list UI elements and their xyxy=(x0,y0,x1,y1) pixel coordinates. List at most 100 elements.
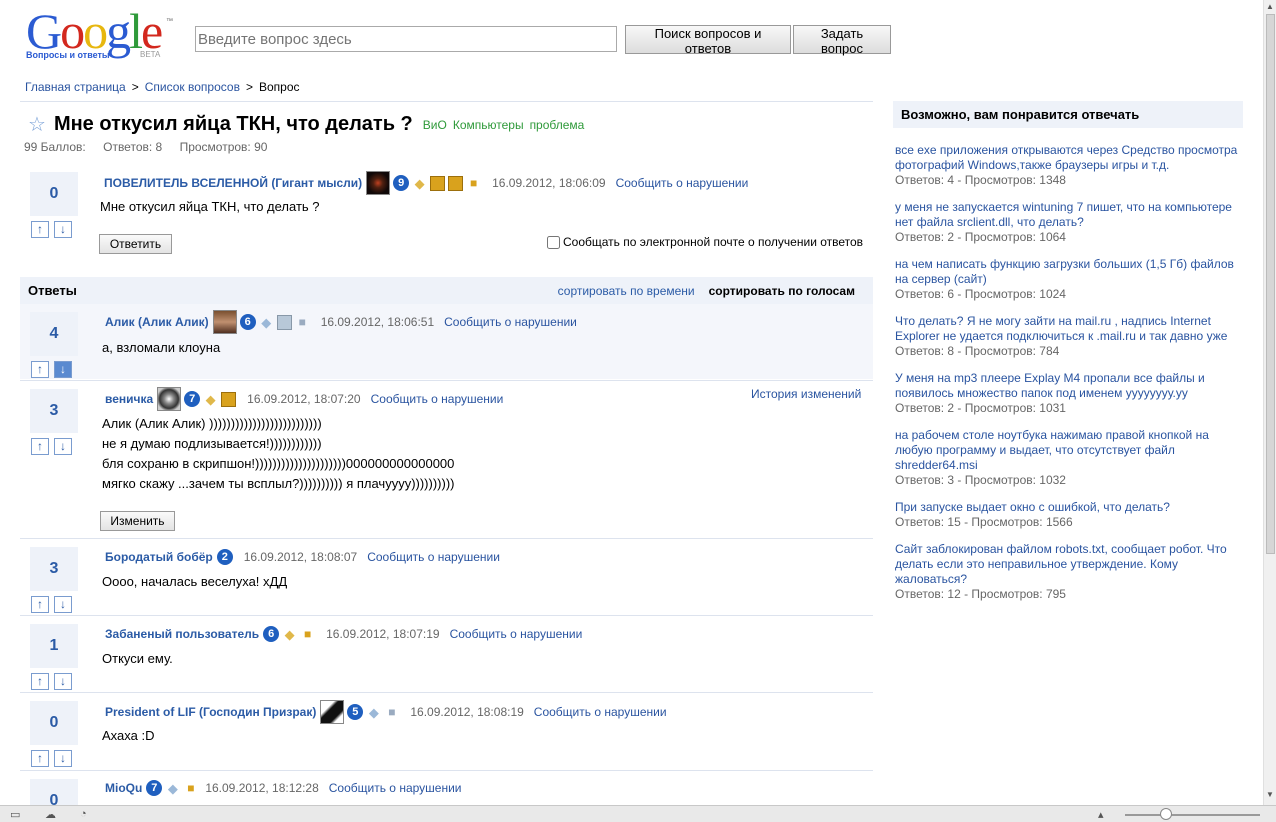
author-name[interactable]: Забаненый пользователь xyxy=(105,627,259,641)
zoom-up-icon[interactable]: ▴ xyxy=(1098,808,1104,821)
vote-down-icon[interactable]: ↓ xyxy=(54,596,72,613)
divider xyxy=(20,538,873,539)
vote-down-icon[interactable]: ↓ xyxy=(54,750,72,767)
report-link[interactable]: Сообщить о нарушении xyxy=(616,176,749,190)
question-header: ☆ Мне откусил яйца ТКН, что делать ? ВиО… xyxy=(28,112,590,137)
vote-count: 3 xyxy=(30,547,78,591)
vote-down-icon[interactable]: ↓ xyxy=(54,438,72,455)
author-name[interactable]: Бородатый бобёр xyxy=(105,550,213,564)
report-link[interactable]: Сообщить о нарушении xyxy=(367,550,500,564)
sidebar-question: на чем написать функцию загрузки больших… xyxy=(895,257,1245,302)
scroll-thumb[interactable] xyxy=(1266,14,1275,554)
vote-up-icon[interactable]: ↑ xyxy=(31,750,49,767)
question-author-line: ПОВЕЛИТЕЛЬ ВСЕЛЕННОЙ (Гигант мысли) 9 ◆ … xyxy=(104,171,748,195)
vote-up-icon[interactable]: ↑ xyxy=(31,221,49,238)
tag-link[interactable]: проблема xyxy=(530,118,585,132)
vote-count: 0 xyxy=(30,701,78,745)
question-body: Мне откусил яйца ТКН, что делать ? xyxy=(100,199,320,214)
star-icon[interactable]: ☆ xyxy=(28,112,46,137)
answer-vote-box: 0 xyxy=(30,779,78,805)
report-link[interactable]: Сообщить о нарушении xyxy=(329,781,462,795)
email-notify-option: Сообщать по электронной почте о получени… xyxy=(547,235,863,249)
vote-up-icon[interactable]: ↑ xyxy=(31,596,49,613)
answers-title: Ответы xyxy=(28,283,77,298)
search-questions-button[interactable]: Поиск вопросов и ответов xyxy=(625,25,791,56)
sidebar-question-link[interactable]: Что делать? Я не могу зайти на mail.ru ,… xyxy=(895,314,1227,343)
reply-button[interactable]: Ответить xyxy=(99,234,172,254)
answer-body: Ахаха :D xyxy=(102,728,155,743)
vote-down-icon[interactable]: ↓ xyxy=(54,673,72,690)
vote-down-icon[interactable]: ↓ xyxy=(54,361,72,378)
cloud-icon[interactable]: ☁ xyxy=(45,808,56,821)
speed-dial-icon[interactable]: ◔ xyxy=(80,808,87,820)
answer-vote-box: 4 ↑ ↓ xyxy=(30,312,78,378)
logo-subtitle: Вопросы и ответы xyxy=(26,50,110,60)
tag-link[interactable]: Компьютеры xyxy=(453,118,524,132)
sidebar-question-link[interactable]: У меня на mp3 плеере Explay M4 пропали в… xyxy=(895,371,1205,400)
post-date: 16.09.2012, 18:06:09 xyxy=(492,176,606,190)
vote-count: 1 xyxy=(30,624,78,668)
vote-up-icon[interactable]: ↑ xyxy=(31,438,49,455)
sidebar-question-link[interactable]: все exe приложения открываются через Сре… xyxy=(895,143,1237,172)
avatar[interactable] xyxy=(320,700,345,724)
breadcrumb: Главная страница > Список вопросов > Вопрос xyxy=(25,80,300,94)
avatar[interactable] xyxy=(157,387,182,411)
breadcrumb-question-list[interactable]: Список вопросов xyxy=(145,80,240,94)
author-name[interactable]: MioQu xyxy=(105,781,142,795)
post-date: 16.09.2012, 18:08:07 xyxy=(243,550,358,564)
level-badge: 9 xyxy=(393,175,410,191)
points-count: 99 Баллов: xyxy=(24,140,86,154)
answer-vote-box: 0 ↑ ↓ xyxy=(30,701,78,767)
author-name[interactable]: President of LIF (Господин Призрак) xyxy=(105,705,316,719)
sidebar-question-link[interactable]: у меня не запускается wintuning 7 пишет,… xyxy=(895,200,1232,229)
diamond-icon: ◆ xyxy=(167,780,178,796)
breadcrumb-current: Вопрос xyxy=(258,80,300,94)
answer-author-line: MioQu 7 ◆ ■ 16.09.2012, 18:12:28 Сообщит… xyxy=(105,780,462,796)
sort-by-time-link[interactable]: сортировать по времени xyxy=(558,284,695,298)
zoom-slider[interactable] xyxy=(1125,814,1260,816)
report-link[interactable]: Сообщить о нарушении xyxy=(450,627,583,641)
ask-question-button[interactable]: Задать вопрос xyxy=(793,25,891,56)
sidebar-question: При запуске выдает окно с ошибкой, что д… xyxy=(895,500,1245,530)
edit-button[interactable]: Изменить xyxy=(100,511,175,531)
sidebar-question: У меня на mp3 плеере Explay M4 пропали в… xyxy=(895,371,1245,416)
divider xyxy=(20,101,873,102)
sidebar-question-link[interactable]: Сайт заблокирован файлом robots.txt, соо… xyxy=(895,542,1227,586)
sidebar-question-link[interactable]: на чем написать функцию загрузки больших… xyxy=(895,257,1234,286)
report-link[interactable]: Сообщить о нарушении xyxy=(534,705,667,719)
report-link[interactable]: Сообщить о нарушении xyxy=(371,392,504,406)
author-name[interactable]: Алик (Алик Алик) xyxy=(105,315,209,329)
screen-icon[interactable]: ▭ xyxy=(10,808,20,821)
logo-beta: BETA xyxy=(140,50,161,59)
sidebar-question-link[interactable]: При запуске выдает окно с ошибкой, что д… xyxy=(895,500,1170,514)
sidebar-question-link[interactable]: на рабочем столе ноутбука нажимаю правой… xyxy=(895,428,1209,472)
vote-up-icon[interactable]: ↑ xyxy=(31,673,49,690)
tag-link[interactable]: ВиО xyxy=(423,118,447,132)
page-title: Мне откусил яйца ТКН, что делать ? xyxy=(53,113,413,135)
sort-by-votes-label: сортировать по голосам xyxy=(708,283,855,298)
edit-history-link[interactable]: История изменений xyxy=(751,387,861,401)
views-count: Просмотров: 90 xyxy=(179,140,268,154)
google-logo[interactable]: Google ™ Вопросы и ответы BETA xyxy=(26,3,176,64)
search-input[interactable] xyxy=(195,26,617,52)
sidebar-question: все exe приложения открываются через Сре… xyxy=(895,143,1245,188)
answer-author-line: Алик (Алик Алик) 6 ◆ ■ 16.09.2012, 18:06… xyxy=(105,310,577,334)
report-link[interactable]: Сообщить о нарушении xyxy=(444,315,577,329)
email-notify-checkbox[interactable] xyxy=(547,235,560,249)
zoom-slider-handle[interactable] xyxy=(1160,808,1172,820)
scroll-up-icon[interactable]: ▲ xyxy=(1266,2,1274,11)
logo-wordmark: Google xyxy=(26,3,163,59)
scroll-down-icon[interactable]: ▼ xyxy=(1266,790,1274,799)
level-badge: 6 xyxy=(263,626,280,642)
vertical-scrollbar[interactable]: ▲ ▼ xyxy=(1263,0,1276,805)
author-name[interactable]: ПОВЕЛИТЕЛЬ ВСЕЛЕННОЙ (Гигант мысли) xyxy=(104,176,362,190)
breadcrumb-home[interactable]: Главная страница xyxy=(25,80,126,94)
avatar[interactable] xyxy=(366,171,391,195)
vote-up-icon[interactable]: ↑ xyxy=(31,361,49,378)
avatar[interactable] xyxy=(212,310,237,334)
divider xyxy=(20,692,873,693)
question-stats: 99 Баллов: Ответов: 8 Просмотров: 90 xyxy=(24,140,281,154)
vote-down-icon[interactable]: ↓ xyxy=(54,221,72,238)
author-name[interactable]: веничка xyxy=(105,392,153,406)
diamond-icon: ◆ xyxy=(205,391,216,407)
